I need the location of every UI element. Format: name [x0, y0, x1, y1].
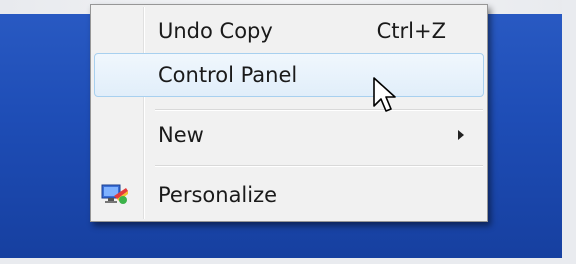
menu-item-label: New: [158, 123, 204, 147]
mouse-pointer-icon: [372, 76, 398, 116]
menu-separator: [155, 109, 483, 111]
menu-item-personalize[interactable]: Personalize: [94, 175, 484, 215]
submenu-arrow-icon: [458, 130, 464, 140]
menu-item-control-panel[interactable]: Control Panel: [94, 53, 484, 97]
menu-item-undo-copy[interactable]: Undo Copy Ctrl+Z: [94, 11, 484, 51]
menu-item-label: Undo Copy: [158, 19, 273, 43]
personalize-icon: [100, 182, 130, 208]
menu-item-shortcut: Ctrl+Z: [376, 19, 446, 43]
menu-item-new[interactable]: New: [94, 115, 484, 155]
context-menu: Undo Copy Ctrl+Z Control Panel New Perso…: [90, 4, 488, 222]
bottom-window-edge: [0, 258, 576, 264]
menu-item-label: Personalize: [158, 183, 278, 207]
menu-separator: [155, 165, 483, 167]
menu-item-label: Control Panel: [158, 63, 298, 87]
right-window-edge: [562, 0, 576, 264]
